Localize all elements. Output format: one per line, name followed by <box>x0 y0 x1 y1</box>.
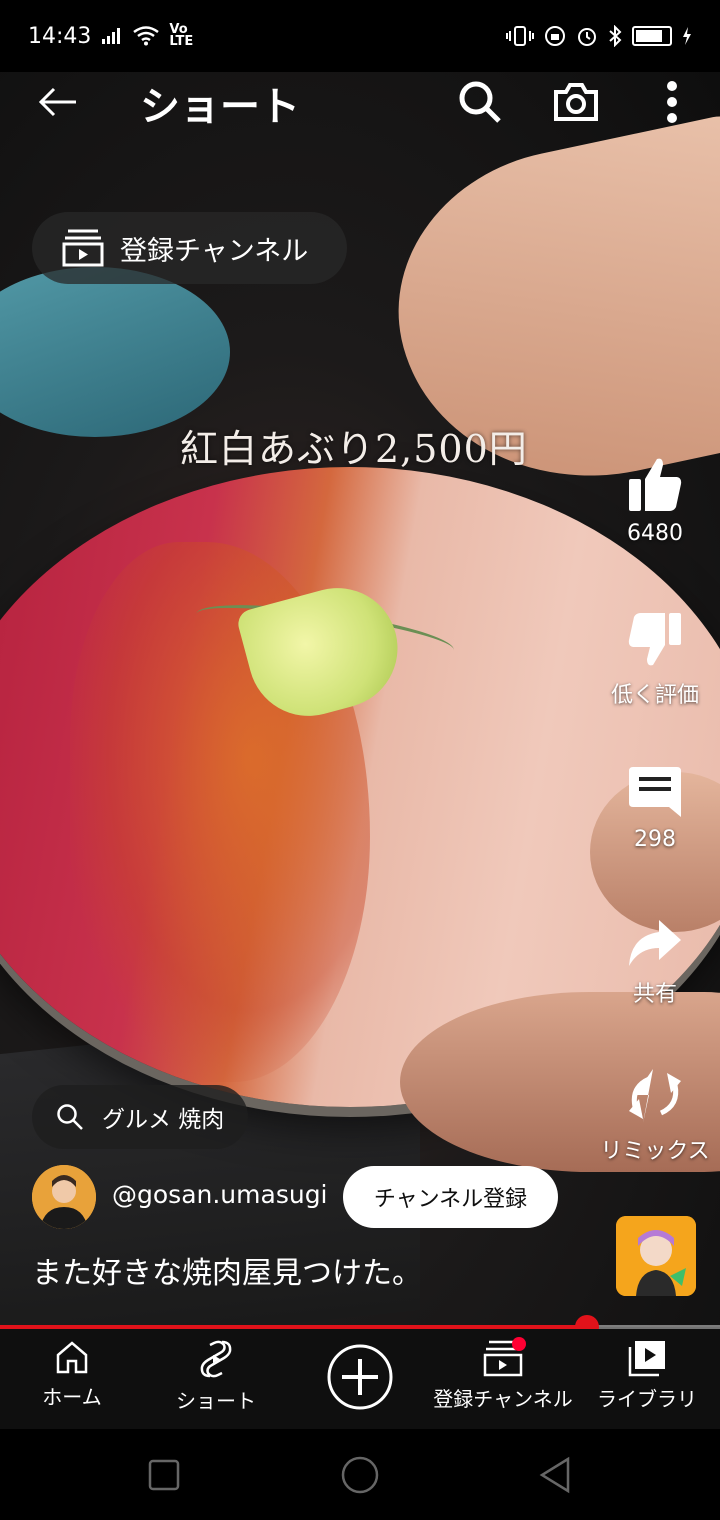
related-search-chip[interactable]: グルメ 焼肉 <box>32 1085 248 1149</box>
comments-button[interactable]: 298 <box>590 763 720 852</box>
video-title[interactable]: また好きな焼肉屋見つけた。 <box>32 1248 422 1292</box>
recents-icon[interactable] <box>144 1455 184 1495</box>
back-triangle-icon[interactable] <box>536 1455 576 1495</box>
remix-icon <box>629 1069 681 1123</box>
video-caption-overlay: 紅白あぶり2,500円 <box>180 427 528 471</box>
bluetooth-icon <box>609 25 622 47</box>
like-count: 6480 <box>627 521 683 546</box>
bottom-navigation: ホーム ショート 登録チャンネル ライブラリ <box>0 1329 720 1429</box>
subscribe-button[interactable]: チャンネル登録 <box>343 1166 558 1228</box>
nav-library-label: ライブラリ <box>597 1387 697 1411</box>
nav-shorts-label: ショート <box>176 1389 256 1413</box>
share-icon <box>629 920 681 966</box>
related-search-label: グルメ 焼肉 <box>102 1107 225 1133</box>
top-app-bar: ショート <box>0 72 720 132</box>
thumb-up-icon <box>629 458 682 511</box>
sound-thumbnail-art <box>616 1216 696 1296</box>
search-button[interactable] <box>456 78 504 126</box>
status-time: 14:43 <box>28 23 92 49</box>
home-icon <box>56 1341 88 1374</box>
charging-icon <box>683 27 691 45</box>
subscriptions-icon <box>62 229 104 267</box>
comment-count: 298 <box>634 827 676 852</box>
nav-home[interactable]: ホーム <box>40 1339 104 1410</box>
channel-handle[interactable]: @gosan.umasugi <box>112 1180 328 1209</box>
arrow-left-icon <box>38 87 76 117</box>
remix-button[interactable]: リミックス <box>590 1067 720 1165</box>
share-button[interactable]: 共有 <box>590 918 720 1008</box>
status-bar: 14:43 Vo LTE <box>0 0 720 72</box>
camera-button[interactable] <box>552 78 600 126</box>
nav-subscriptions-label: 登録チャンネル <box>433 1387 573 1411</box>
dislike-label: 低く評価 <box>610 683 699 708</box>
system-navigation-bar <box>0 1429 720 1520</box>
sound-thumbnail[interactable] <box>616 1216 696 1296</box>
like-button[interactable]: 6480 <box>590 455 720 546</box>
side-dish <box>0 267 230 437</box>
dnd-icon <box>545 26 565 46</box>
nav-subscriptions[interactable]: 登録チャンネル <box>432 1337 574 1412</box>
subscriptions-chip-label: 登録チャンネル <box>120 235 309 267</box>
home-circle-icon[interactable] <box>340 1455 380 1495</box>
channel-avatar[interactable] <box>32 1165 96 1229</box>
subscriptions-chip[interactable]: 登録チャンネル <box>32 212 347 284</box>
avatar-image <box>32 1165 96 1229</box>
nav-home-label: ホーム <box>42 1385 102 1409</box>
library-icon <box>628 1341 665 1377</box>
comment-icon <box>629 767 681 817</box>
camera-icon <box>554 83 598 121</box>
thumb-down-icon <box>628 613 681 666</box>
more-vert-icon <box>667 81 677 123</box>
nav-create-button[interactable] <box>326 1343 394 1411</box>
remix-label: リミックス <box>600 1139 710 1164</box>
wifi-icon <box>133 26 160 46</box>
dislike-button[interactable]: 低く評価 <box>590 611 720 709</box>
new-content-badge <box>512 1337 526 1351</box>
more-button[interactable] <box>648 78 696 126</box>
page-title: ショート <box>140 84 300 130</box>
search-icon <box>459 81 501 123</box>
nav-shorts[interactable]: ショート <box>174 1339 258 1414</box>
nav-library[interactable]: ライブラリ <box>597 1339 697 1412</box>
share-label: 共有 <box>632 982 677 1007</box>
search-icon <box>57 1104 83 1130</box>
shorts-icon <box>200 1340 232 1378</box>
volte-icon: Vo LTE <box>169 22 194 49</box>
back-button[interactable] <box>36 76 80 128</box>
battery-icon <box>632 26 672 46</box>
vibrate-icon <box>506 26 534 46</box>
create-icon <box>327 1344 393 1410</box>
signal-icon <box>102 28 121 44</box>
alarm-icon <box>578 28 596 46</box>
